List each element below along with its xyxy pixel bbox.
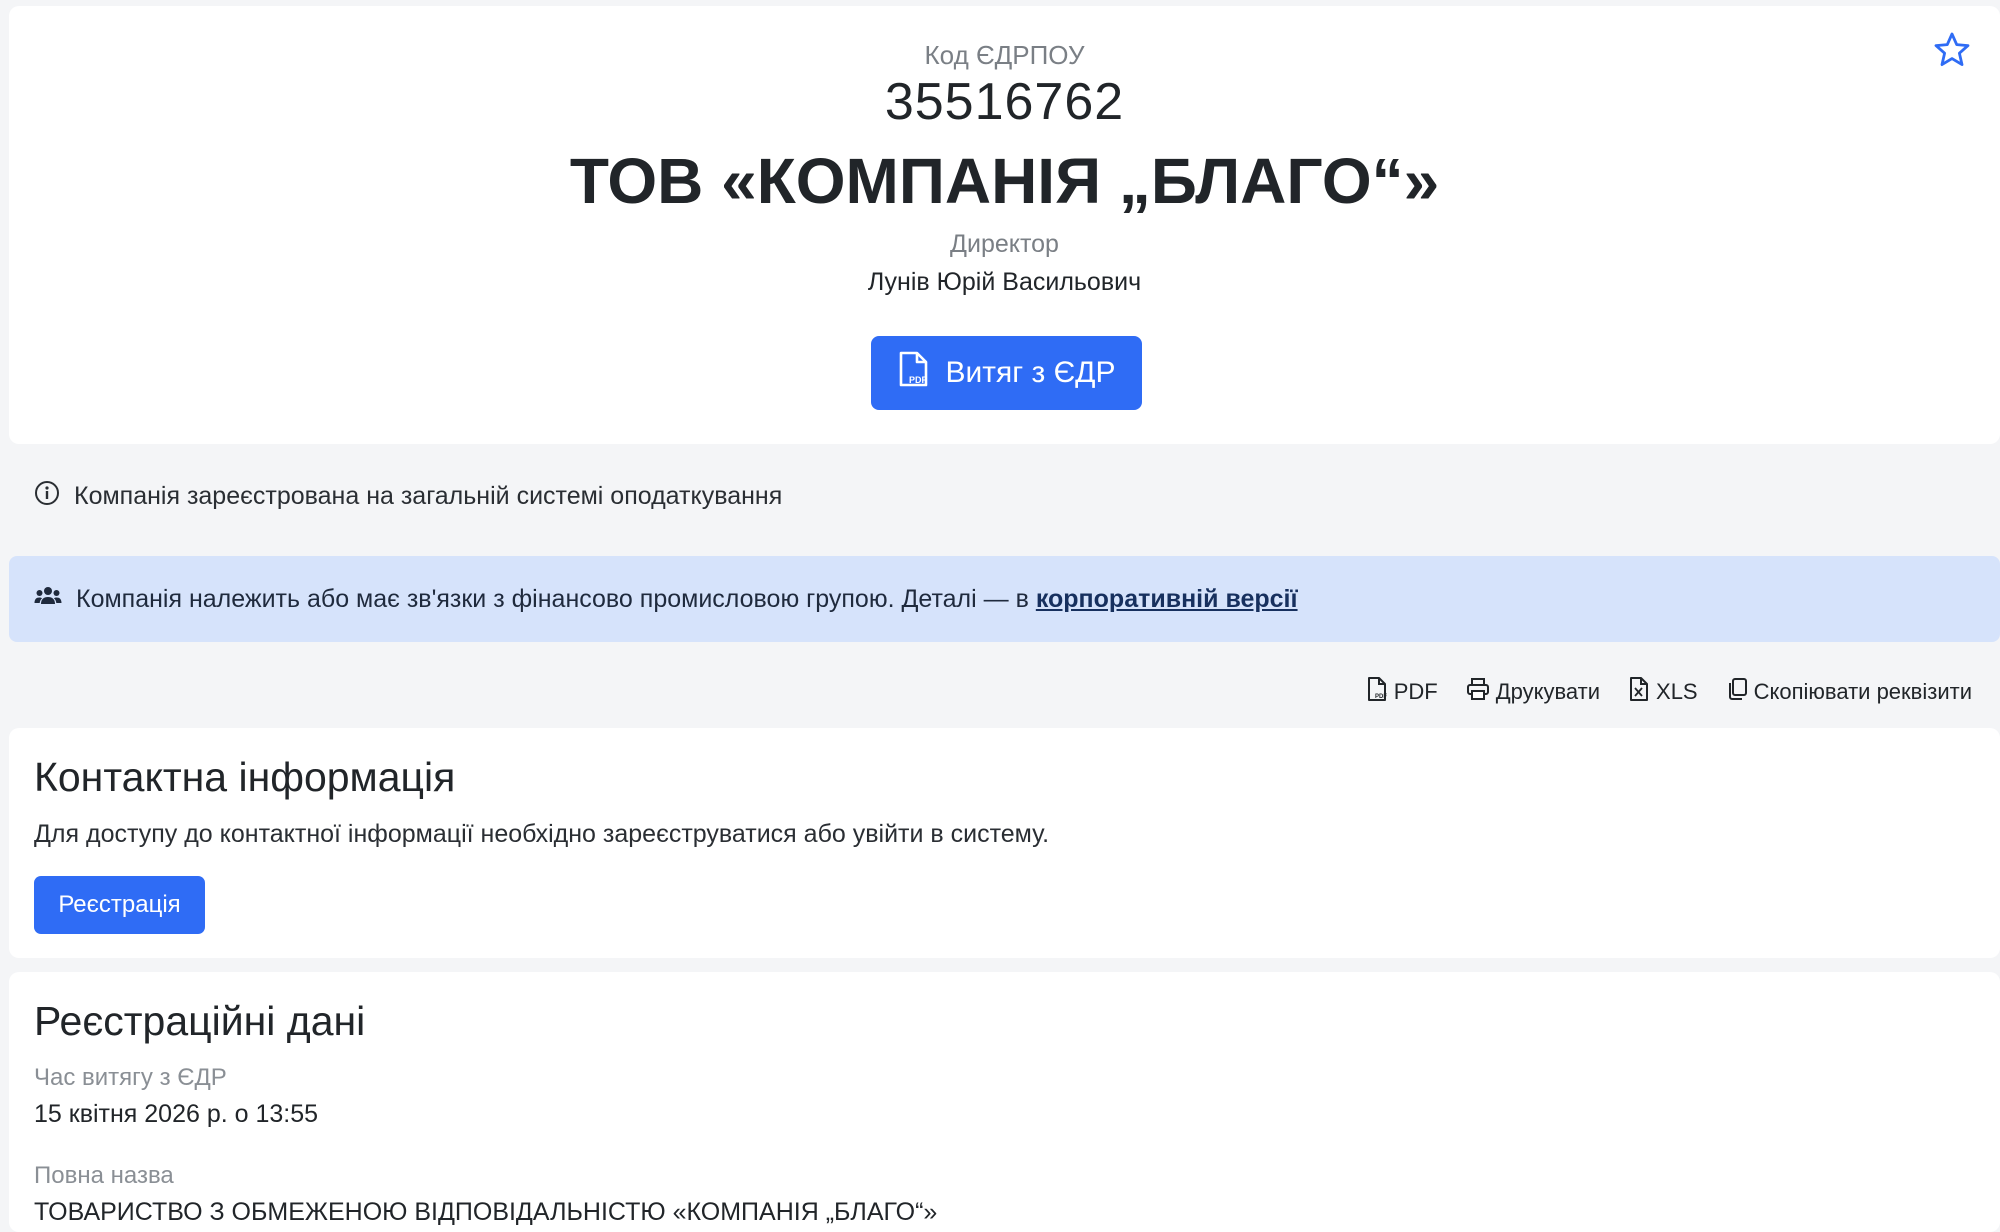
svg-text:PDF: PDF <box>909 375 928 385</box>
copy-details-label: Скопіювати реквізити <box>1753 679 1972 704</box>
contact-info-text: Для доступу до контактної інформації нео… <box>34 820 1050 848</box>
tax-system-notice: Компанія зареєстрована на загальній сист… <box>34 480 782 513</box>
export-toolbar: PDF PDF Друкувати XLS Скопіювати реквізи… <box>1366 676 1972 708</box>
xls-file-icon <box>1628 676 1650 708</box>
xls-export-button[interactable]: XLS <box>1628 676 1698 708</box>
edr-extract-button-label: Витяг з ЄДР <box>945 356 1116 389</box>
registration-data-card: Реєстраційні дані Час витягу з ЄДР 15 кв… <box>9 972 2000 1232</box>
full-name-label: Повна назва <box>34 1162 174 1189</box>
company-header-card: Код ЄДРПОУ 35516762 ТОВ «КОМПАНІЯ „БЛАГО… <box>9 6 2000 444</box>
pdf-export-button[interactable]: PDF PDF <box>1366 676 1438 708</box>
director-name: Лунів Юрій Васильович <box>867 268 1142 296</box>
industrial-group-text-main: Компанія належить або має зв'язки з фіна… <box>76 584 1029 613</box>
pdf-file-icon: PDF <box>1366 676 1388 708</box>
edr-extract-button[interactable]: PDF Витяг з ЄДР <box>871 336 1142 410</box>
industrial-group-banner: Компанія належить або має зв'язки з фіна… <box>9 556 2000 642</box>
edrpou-label: Код ЄДРПОУ <box>924 40 1085 70</box>
info-icon <box>34 480 60 513</box>
printer-icon <box>1466 677 1490 707</box>
full-name-value: ТОВАРИСТВО З ОБМЕЖЕНОЮ ВІДПОВІДАЛЬНІСТЮ … <box>34 1198 938 1226</box>
print-button[interactable]: Друкувати <box>1466 677 1600 707</box>
corporate-version-link[interactable]: корпоративній версії <box>1036 585 1298 613</box>
contact-info-title: Контактна інформація <box>34 754 456 800</box>
extract-time-label: Час витягу з ЄДР <box>34 1064 227 1091</box>
users-icon <box>34 584 62 615</box>
industrial-group-text: Компанія належить або має зв'язки з фіна… <box>76 585 1298 614</box>
director-label: Директор <box>950 230 1059 258</box>
tax-system-text: Компанія зареєстрована на загальній сист… <box>74 482 783 510</box>
contact-info-card: Контактна інформація Для доступу до конт… <box>9 728 2000 958</box>
print-label: Друкувати <box>1495 679 1601 704</box>
register-button[interactable]: Реєстрація <box>34 876 205 934</box>
pdf-export-label: PDF <box>1393 679 1438 704</box>
copy-icon <box>1726 677 1748 707</box>
edrpou-code: 35516762 <box>884 73 1125 131</box>
star-icon[interactable] <box>1932 30 1972 70</box>
svg-text:PDF: PDF <box>1375 694 1387 700</box>
registration-data-title: Реєстраційні дані <box>34 998 366 1044</box>
pdf-file-icon: PDF <box>897 350 931 396</box>
xls-export-label: XLS <box>1656 679 1698 704</box>
copy-details-button[interactable]: Скопіювати реквізити <box>1726 677 1972 707</box>
company-name: ТОВ «КОМПАНІЯ „БЛАГО“» <box>569 145 1440 217</box>
extract-time-value: 15 квітня 2026 р. о 13:55 <box>34 1100 319 1128</box>
